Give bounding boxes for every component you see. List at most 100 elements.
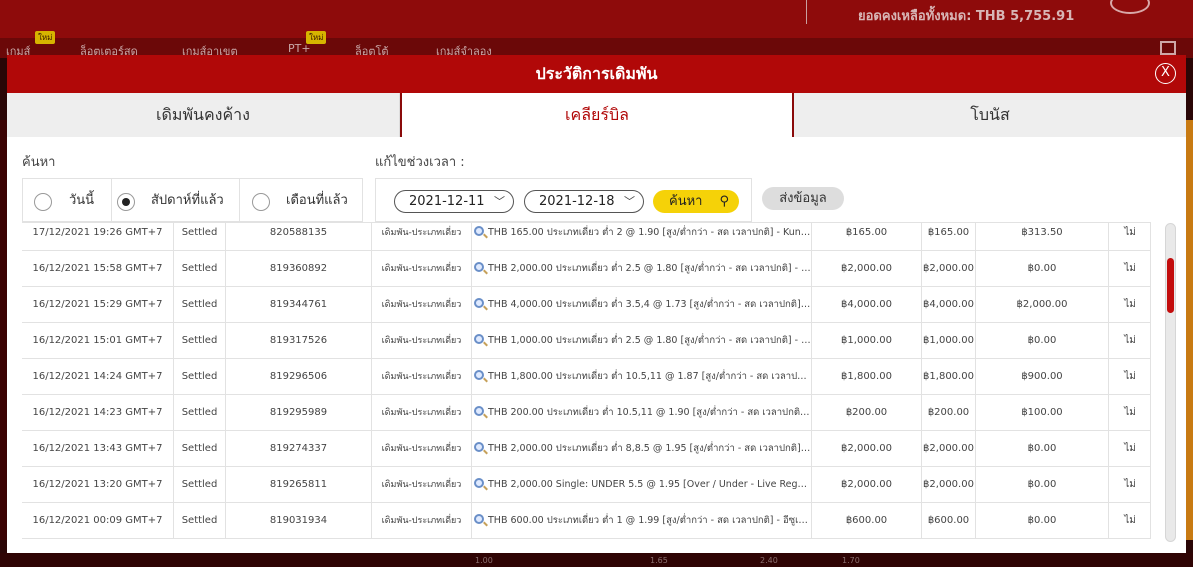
bet-stake: ฿2,000.00	[811, 431, 921, 467]
bet-win-amount: ฿0.00	[975, 323, 1108, 359]
bet-type: เดิมพัน-ประเภทเดี่ยว	[371, 395, 471, 431]
table-scrollbar[interactable]	[1165, 223, 1176, 542]
column-border	[1150, 323, 1151, 359]
bet-win-amount: ฿0.00	[975, 431, 1108, 467]
bet-valid-amount: ฿4,000.00	[921, 287, 975, 323]
date-from-select[interactable]: 2021-12-11 ﹀	[394, 190, 514, 213]
magnifier-icon[interactable]	[474, 478, 484, 488]
magnifier-icon[interactable]	[474, 406, 484, 416]
date-range-box: 2021-12-11 ﹀ 2021-12-18 ﹀ ค้นหา ⚲	[375, 178, 752, 222]
bet-date: 16/12/2021 14:24 GMT+7	[32, 371, 163, 382]
bet-description[interactable]: THB 2,000.00 ประเภทเดี่ยว ต่ำ 8,8.5 @ 1.…	[471, 431, 811, 467]
magnifier-icon[interactable]	[474, 226, 484, 236]
bet-date: 16/12/2021 15:58 GMT+7	[32, 263, 163, 274]
history-tabs: เดิมพันคงค้าง เคลียร์บิล โบนัส	[7, 93, 1186, 137]
close-icon[interactable]: X	[1155, 63, 1176, 84]
bet-flag: ไม่	[1108, 503, 1151, 539]
bet-stake: ฿1,800.00	[811, 359, 921, 395]
magnifier-icon[interactable]	[474, 262, 484, 272]
bet-description-text: THB 1,800.00 ประเภทเดี่ยว ต่ำ 10.5,11 @ …	[488, 371, 811, 382]
magnifier-icon[interactable]	[474, 298, 484, 308]
radio-today[interactable]: วันนี้	[23, 179, 111, 223]
range-label: แก้ไขช่วงเวลา :	[375, 155, 465, 170]
right-background-strip	[1186, 120, 1193, 540]
radio-button-selected[interactable]	[117, 193, 135, 211]
bet-win-amount: ฿900.00	[975, 359, 1108, 395]
date-to-select[interactable]: 2021-12-18 ﹀	[524, 190, 644, 213]
background-footer	[0, 553, 1193, 567]
column-border	[1150, 467, 1151, 503]
bet-flag: ไม่	[1108, 395, 1151, 431]
magnifier-icon[interactable]	[474, 334, 484, 344]
bet-status: Settled	[173, 287, 225, 323]
radio-last-month[interactable]: เดือนที่แล้ว	[239, 179, 364, 223]
magnifier-icon[interactable]	[474, 370, 484, 380]
bet-status: Settled	[173, 467, 225, 503]
radio-button[interactable]	[34, 193, 52, 211]
bet-id: 819295989	[225, 395, 371, 431]
chevron-down-icon: ﹀	[494, 195, 505, 208]
balance-text: ยอดคงเหลือทั้งหมด: THB 5,755.91	[858, 9, 1075, 24]
nav-item-pt-plus[interactable]: PT+	[288, 42, 311, 55]
bet-description[interactable]: THB 1,800.00 ประเภทเดี่ยว ต่ำ 10.5,11 @ …	[471, 359, 811, 395]
bet-status: Settled	[173, 431, 225, 467]
bet-description-text: THB 200.00 ประเภทเดี่ยว ต่ำ 10.5,11 @ 1.…	[488, 407, 811, 418]
bet-stake: ฿200.00	[811, 395, 921, 431]
tab-bonus[interactable]: โบนัส	[794, 93, 1186, 137]
bet-valid-amount: ฿2,000.00	[921, 431, 975, 467]
bet-flag: ไม่	[1108, 359, 1151, 395]
bet-status: Settled	[173, 323, 225, 359]
gift-icon[interactable]	[1160, 41, 1176, 55]
bet-date: 16/12/2021 13:20 GMT+7	[32, 479, 163, 490]
bet-description[interactable]: THB 2,000.00 ประเภทเดี่ยว ต่ำ 2.5 @ 1.80…	[471, 251, 811, 287]
bet-flag: ไม่	[1108, 323, 1151, 359]
radio-button[interactable]	[252, 193, 270, 211]
table-row: 16/12/2021 00:09 GMT+7 Settled 819031934…	[22, 503, 1151, 539]
table-row: 16/12/2021 15:58 GMT+7 Settled 819360892…	[22, 251, 1151, 287]
search-button-label: ค้นหา	[669, 194, 703, 209]
bet-description[interactable]: THB 600.00 ประเภทเดี่ยว ต่ำ 1 @ 1.99 [สู…	[471, 503, 811, 539]
magnifier-icon[interactable]	[474, 442, 484, 452]
bet-stake: ฿4,000.00	[811, 287, 921, 323]
radio-label: สัปดาห์ที่แล้ว	[151, 193, 224, 208]
bet-win-amount: ฿0.00	[975, 251, 1108, 287]
bet-description[interactable]: THB 200.00 ประเภทเดี่ยว ต่ำ 10.5,11 @ 1.…	[471, 395, 811, 431]
bet-type: เดิมพัน-ประเภทเดี่ยว	[371, 287, 471, 323]
column-border	[1150, 395, 1151, 431]
bet-id: 819031934	[225, 503, 371, 539]
search-button[interactable]: ค้นหา ⚲	[653, 190, 739, 213]
table-row: 17/12/2021 19:26 GMT+7 Settled 820588135…	[22, 223, 1151, 251]
bet-description-text: THB 1,000.00 ประเภทเดี่ยว ต่ำ 2.5 @ 1.80…	[488, 335, 811, 346]
bet-description-text: THB 2,000.00 ประเภทเดี่ยว ต่ำ 8,8.5 @ 1.…	[488, 443, 811, 454]
bet-description[interactable]: THB 2,000.00 Single: UNDER 5.5 @ 1.95 [O…	[471, 467, 811, 503]
bet-flag: ไม่	[1108, 431, 1151, 467]
bet-description[interactable]: THB 165.00 ประเภทเดี่ยว ต่ำ 2 @ 1.90 [สู…	[471, 223, 811, 251]
bet-date: 16/12/2021 00:09 GMT+7	[32, 515, 163, 526]
bg-odds: 2.40	[760, 556, 778, 565]
date-from-value: 2021-12-11	[409, 194, 485, 209]
date-to-value: 2021-12-18	[539, 194, 615, 209]
bet-valid-amount: ฿600.00	[921, 503, 975, 539]
bet-id: 819265811	[225, 467, 371, 503]
bet-description[interactable]: THB 1,000.00 ประเภทเดี่ยว ต่ำ 2.5 @ 1.80…	[471, 323, 811, 359]
bet-flag: ไม่	[1108, 287, 1151, 323]
magnifier-icon[interactable]	[474, 514, 484, 524]
table-row: 16/12/2021 13:43 GMT+7 Settled 819274337…	[22, 431, 1151, 467]
bet-description[interactable]: THB 4,000.00 ประเภทเดี่ยว ต่ำ 3.5,4 @ 1.…	[471, 287, 811, 323]
tab-settled-bets[interactable]: เคลียร์บิล	[400, 93, 794, 137]
bet-date: 16/12/2021 15:29 GMT+7	[32, 299, 163, 310]
bet-history-table: 17/12/2021 19:26 GMT+7 Settled 820588135…	[22, 222, 1151, 543]
bet-stake: ฿1,000.00	[811, 323, 921, 359]
bet-flag: ไม่	[1108, 223, 1151, 251]
bet-type: เดิมพัน-ประเภทเดี่ยว	[371, 431, 471, 467]
send-data-button[interactable]: ส่งข้อมูล	[762, 187, 844, 210]
bet-description-text: THB 4,000.00 ประเภทเดี่ยว ต่ำ 3.5,4 @ 1.…	[488, 299, 811, 310]
bet-stake: ฿2,000.00	[811, 251, 921, 287]
bet-description-text: THB 165.00 ประเภทเดี่ยว ต่ำ 2 @ 1.90 [สู…	[488, 227, 811, 238]
tab-pending-bets[interactable]: เดิมพันคงค้าง	[7, 93, 400, 137]
bet-valid-amount: ฿1,800.00	[921, 359, 975, 395]
scrollbar-thumb[interactable]	[1167, 258, 1174, 313]
table-row: 16/12/2021 14:23 GMT+7 Settled 819295989…	[22, 395, 1151, 431]
radio-last-week[interactable]: สัปดาห์ที่แล้ว	[111, 179, 239, 223]
column-border	[1150, 503, 1151, 539]
